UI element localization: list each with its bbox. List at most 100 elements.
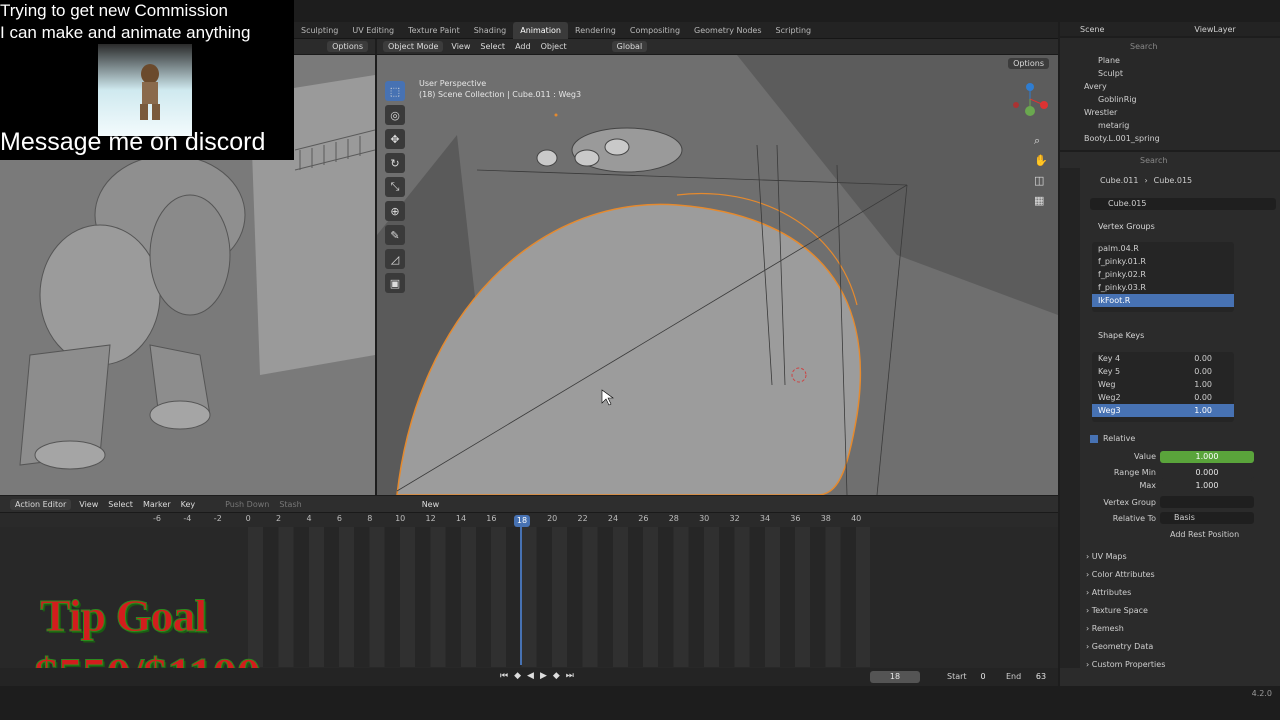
properties-section[interactable]: › UV Maps [1086, 548, 1165, 566]
scene-name[interactable]: Scene [1080, 25, 1104, 34]
workspace-tab[interactable]: Scripting [769, 22, 819, 39]
outliner-item[interactable]: GoblinRig [1060, 93, 1280, 106]
move-icon[interactable]: ✥ [385, 129, 405, 149]
stash-button[interactable]: Stash [274, 500, 306, 509]
properties-search[interactable]: Search [1140, 156, 1167, 165]
add-rest-position-checkbox[interactable]: Add Rest Position [1170, 530, 1239, 539]
viewport-options-button[interactable]: Options [1008, 58, 1049, 69]
outliner-item[interactable]: Wrestler [1060, 106, 1280, 119]
shape-key-value[interactable]: 0.00 [1194, 352, 1212, 365]
action-editor-menu-item[interactable]: Marker [138, 500, 176, 509]
measure-icon[interactable]: ◿ [385, 249, 405, 269]
viewport-menu-item[interactable]: Add [510, 42, 536, 51]
vertex-groups-list[interactable]: palm.04.R f_pinky.01.R f_pinky.02.R f_pinky… [1092, 242, 1234, 312]
value-slider[interactable]: 1.000 [1160, 451, 1254, 463]
shape-keys-list[interactable]: Key 4 0.00 Key 5 0.00 Weg 1.00 Weg2 0.00 Weg3 1.0… [1092, 352, 1234, 422]
frame-field[interactable]: 18 [870, 671, 920, 683]
axis-gizmo-icon[interactable] [1010, 79, 1050, 119]
workspace-tab[interactable]: Shading [467, 22, 514, 39]
object-mode-dropdown[interactable]: Object Mode [383, 41, 444, 52]
transform-icon[interactable]: ⊕ [385, 201, 405, 221]
max-field[interactable]: 1.000 [1160, 480, 1254, 492]
viewport-menu-item[interactable]: Object [536, 42, 572, 51]
properties-section[interactable]: › Geometry Data [1086, 638, 1165, 656]
mesh-name-field[interactable]: Cube.015 [1090, 198, 1276, 210]
select-box-icon[interactable]: ⬚ [385, 81, 405, 101]
scale-icon[interactable]: ⤡ [385, 177, 405, 197]
camera-icon[interactable]: ◫ [1034, 174, 1052, 194]
annotate-icon[interactable]: ✎ [385, 225, 405, 245]
outliner-item[interactable]: Avery [1060, 80, 1280, 93]
view-layer-name[interactable]: ViewLayer [1194, 25, 1235, 34]
shape-key-item[interactable]: Weg 1.00 [1092, 378, 1234, 391]
properties-editor[interactable]: Search Cube.011 › Cube.015 Cube.015 Vert… [1060, 152, 1280, 686]
outliner-item[interactable]: Sculpt [1060, 67, 1280, 80]
action-editor-menu-item[interactable]: View [74, 500, 103, 509]
dopesheet-area[interactable] [248, 527, 870, 667]
orientation-dropdown[interactable]: Global [611, 41, 648, 52]
workspace-tab[interactable]: UV Editing [345, 22, 401, 39]
vertex-group-item[interactable]: f_pinky.03.R [1092, 281, 1234, 294]
next-key-icon[interactable]: ◆ [553, 671, 560, 681]
shape-key-item[interactable]: Key 5 0.00 [1092, 365, 1234, 378]
rotate-icon[interactable]: ↻ [385, 153, 405, 173]
main-viewport[interactable]: Object Mode View Select Add Object Global U… [377, 39, 1058, 495]
prev-key-icon[interactable]: ◆ [514, 671, 521, 681]
left-options-button[interactable]: Options [327, 41, 368, 52]
outliner-item[interactable]: Plane [1060, 54, 1280, 67]
action-editor-menu-item[interactable]: Select [103, 500, 138, 509]
zoom-icon[interactable]: ⌕ [1034, 134, 1052, 154]
workspace-tab[interactable]: Compositing [623, 22, 687, 39]
shape-key-value[interactable]: 0.00 [1194, 365, 1212, 378]
vertex-group-item[interactable]: f_pinky.01.R [1092, 255, 1234, 268]
pan-hand-icon[interactable]: ✋ [1034, 154, 1052, 174]
shape-key-value[interactable]: 1.00 [1194, 378, 1212, 391]
workspace-tab[interactable]: Animation [513, 21, 569, 39]
shape-key-item[interactable]: Weg3 1.00 [1092, 404, 1234, 417]
start-field[interactable]: 0 [972, 671, 994, 683]
vertex-groups-header[interactable]: Vertex Groups [1086, 218, 1155, 236]
outliner[interactable]: Search Plane Sculpt Avery GoblinRig Wrestler… [1060, 38, 1280, 150]
shape-key-value[interactable]: 1.00 [1194, 404, 1212, 417]
viewport-menu-item[interactable]: View [446, 42, 475, 51]
play-icon[interactable]: ▶ [540, 671, 547, 681]
reverse-play-icon[interactable]: ◀ [527, 671, 534, 681]
vertex-group-field[interactable] [1160, 496, 1254, 508]
action-editor-menu-item[interactable]: Key [176, 500, 201, 509]
end-field[interactable]: 63 [1030, 671, 1052, 683]
range-min-field[interactable]: 0.000 [1160, 467, 1254, 479]
relative-checkbox[interactable]: Relative [1090, 434, 1135, 443]
push-down-button[interactable]: Push Down [220, 500, 274, 509]
jump-end-icon[interactable]: ⏭ [566, 671, 574, 681]
properties-section[interactable]: › Custom Properties [1086, 656, 1165, 674]
cursor-icon[interactable]: ◎ [385, 105, 405, 125]
shape-keys-header[interactable]: Shape Keys [1086, 327, 1144, 345]
outliner-item[interactable]: metarig [1060, 119, 1280, 132]
properties-section[interactable]: › Remesh [1086, 620, 1165, 638]
vertex-group-item[interactable]: f_pinky.02.R [1092, 268, 1234, 281]
properties-section[interactable]: › Attributes [1086, 584, 1165, 602]
action-editor[interactable]: Action Editor View Select Marker Key Push D… [0, 496, 1058, 704]
properties-section[interactable]: › Texture Space [1086, 602, 1165, 620]
outliner-item[interactable]: Booty.L.001_spring [1060, 132, 1280, 145]
viewport-menu-item[interactable]: Select [475, 42, 510, 51]
playhead[interactable] [520, 515, 522, 665]
new-action-button[interactable]: New [417, 500, 444, 509]
add-cube-icon[interactable]: ▣ [385, 273, 405, 293]
editor-type-dropdown[interactable]: Action Editor [10, 498, 72, 510]
shape-key-item[interactable]: Weg2 0.00 [1092, 391, 1234, 404]
outliner-search[interactable]: Search [1130, 42, 1157, 51]
properties-section[interactable]: › Color Attributes [1086, 566, 1165, 584]
shape-key-item[interactable]: Key 4 0.00 [1092, 352, 1234, 365]
workspace-tab[interactable]: Texture Paint [401, 22, 467, 39]
grid-icon[interactable]: ▦ [1034, 194, 1052, 214]
current-frame-badge[interactable]: 18 [514, 515, 530, 527]
vertex-group-item[interactable]: palm.04.R [1092, 242, 1234, 255]
jump-start-icon[interactable]: ⏮ [500, 671, 508, 681]
workspace-tab[interactable]: Geometry Nodes [687, 22, 768, 39]
workspace-tab[interactable]: Sculpting [294, 22, 345, 39]
workspace-tab[interactable]: Rendering [568, 22, 623, 39]
relative-to-field[interactable]: Basis [1160, 512, 1254, 524]
shape-key-value[interactable]: 0.00 [1194, 391, 1212, 404]
vertex-group-item[interactable]: IkFoot.R [1092, 294, 1234, 307]
